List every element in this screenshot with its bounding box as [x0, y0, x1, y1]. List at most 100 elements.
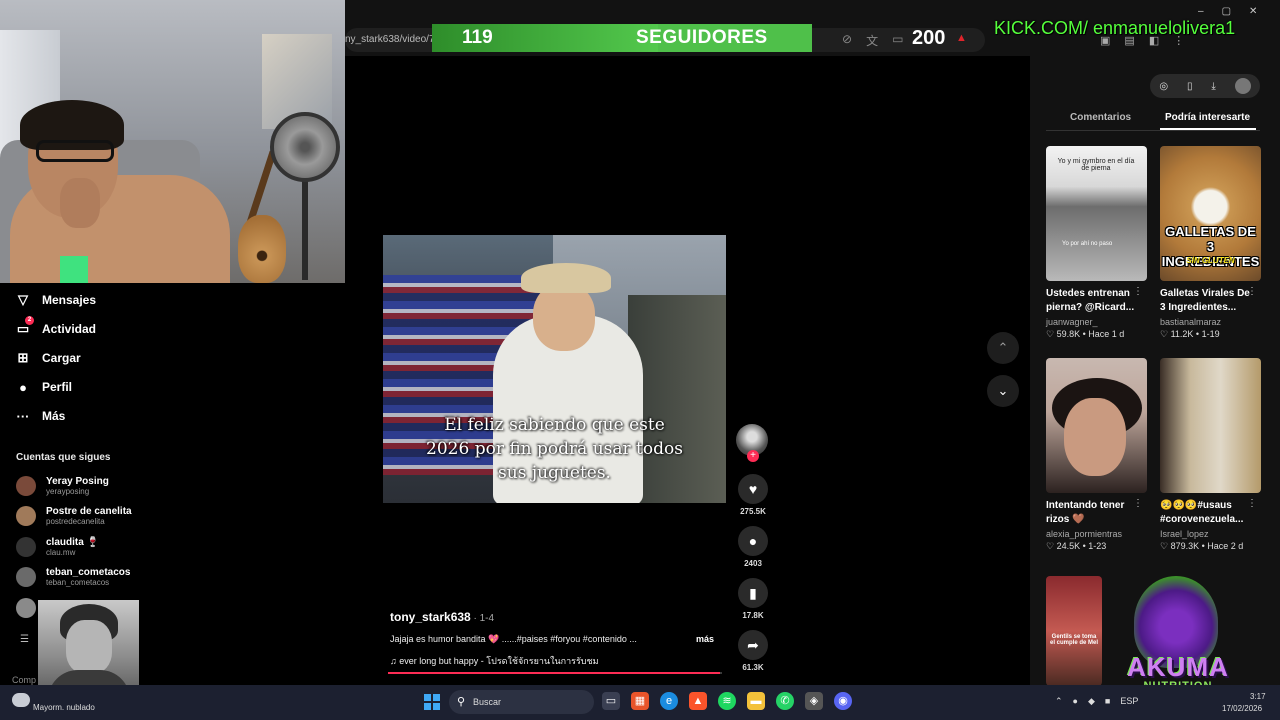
more-button[interactable]: más: [696, 634, 714, 644]
like-action: ♥ 275.5K: [736, 474, 770, 516]
previous-video-button[interactable]: ⌃: [987, 332, 1019, 364]
card-title: Galletas Virales De 3 Ingredientes...: [1160, 288, 1250, 313]
following-account[interactable]: teban_cometacos teban_cometacos: [16, 565, 130, 589]
account-name: Yeray Posing: [46, 476, 109, 487]
profile-icon: ●: [19, 379, 27, 395]
more-options-icon[interactable]: ⋮: [1247, 498, 1257, 509]
heart-icon[interactable]: ♥: [738, 474, 768, 504]
follower-goal: 200: [912, 27, 946, 49]
phone-icon[interactable]: ▯: [1187, 81, 1193, 92]
card-title: 🥺🥺🥺#usaus #corovenezuela...: [1160, 500, 1244, 525]
compass-icon[interactable]: ◎: [1159, 81, 1168, 92]
taskbar-search[interactable]: [449, 690, 594, 714]
music-track[interactable]: ♫ ever long but happy - โปรดใช้จักรยานใน…: [390, 654, 599, 668]
list-icon[interactable]: ☰: [20, 634, 29, 645]
card-meta: ♡ 11.2K • 1-19: [1160, 329, 1220, 339]
card-user[interactable]: alexia_pormientras: [1046, 529, 1147, 539]
share-icon[interactable]: ➦: [738, 630, 768, 660]
suggested-video-card[interactable]: Yo y mi gymbro en el día de pierna Yo po…: [1046, 146, 1147, 340]
card-user[interactable]: bastianalmaraz: [1160, 317, 1261, 327]
search-label: Buscar: [473, 697, 502, 707]
nav-messages[interactable]: ▽ Mensajes: [16, 289, 96, 311]
address-bar-icons: ⊘ 文 ▭: [842, 32, 903, 49]
nav-more[interactable]: ··· Más: [16, 405, 66, 427]
account-handle: yerayposing: [46, 487, 90, 496]
following-account[interactable]: claudita 🍷 clau.mw: [16, 535, 99, 559]
nav-profile[interactable]: ● Perfil: [16, 376, 72, 398]
discord-icon[interactable]: ◉: [834, 692, 852, 710]
app-icon[interactable]: ▦: [631, 692, 649, 710]
author-line: tony_stark638 · 1-4: [390, 610, 494, 624]
video-description: Jajaja es humor bandita 💖 ......#paises …: [390, 634, 637, 644]
suggested-video-card[interactable]: GALLETAS DE 3 INGREDIENTES SIN GLUTEN ⋮ …: [1160, 146, 1261, 340]
start-button[interactable]: [424, 694, 440, 710]
more-options-icon[interactable]: ⋮: [1133, 286, 1143, 297]
comment-icon[interactable]: ●: [738, 526, 768, 556]
card-user[interactable]: Israel_lopez: [1160, 529, 1261, 539]
suggested-video-card[interactable]: ⋮ 🥺🥺🥺#usaus #corovenezuela... Israel_lop…: [1160, 358, 1261, 552]
minimize-button[interactable]: –: [1198, 6, 1204, 17]
post-date: · 1-4: [470, 613, 495, 624]
video-thumbnail[interactable]: Gentils se toma el cumple de Mel: [1046, 576, 1102, 686]
avatar: [16, 506, 36, 526]
card-meta: ♡ 24.5K • 1-23: [1046, 541, 1107, 551]
edge-icon[interactable]: e: [660, 692, 678, 710]
translate-icon[interactable]: 文: [866, 32, 878, 49]
cam-person-hand: [60, 178, 100, 228]
more-options-icon[interactable]: ⋮: [1247, 286, 1257, 297]
user-avatar[interactable]: [1234, 78, 1251, 94]
video-progress-track[interactable]: [388, 672, 722, 674]
author-name[interactable]: tony_stark638: [390, 610, 471, 624]
whatsapp-icon[interactable]: ✆: [776, 692, 794, 710]
nav-label: Perfil: [42, 380, 73, 394]
translate-off-icon[interactable]: ⊘: [842, 32, 852, 49]
tab-divider: [1046, 130, 1260, 131]
url-text[interactable]: ny_stark638/video/75: [345, 34, 440, 45]
avatar: [16, 476, 36, 496]
weather-text[interactable]: Mayorm. nublado: [33, 703, 95, 712]
video-thumbnail[interactable]: [1046, 358, 1147, 493]
next-video-button[interactable]: ⌄: [987, 375, 1019, 407]
task-view-icon[interactable]: ▭: [602, 692, 620, 710]
file-explorer-icon[interactable]: ▬: [747, 692, 765, 710]
tray-app-icon[interactable]: ■: [1105, 696, 1110, 707]
more-options-icon[interactable]: ⋮: [1133, 498, 1143, 509]
thumbnail-text: Yo por ahí no paso: [1062, 241, 1113, 247]
tray-app-icon[interactable]: ●: [1073, 696, 1078, 707]
weather-cloud-icon[interactable]: [12, 693, 30, 707]
suggested-video-card[interactable]: ⋮ Intentando tener rizos 🤎 alexia_pormie…: [1046, 358, 1147, 552]
nav-upload[interactable]: ⊞ Cargar: [16, 347, 81, 369]
close-button[interactable]: ✕: [1249, 6, 1257, 17]
clock-date[interactable]: 17/02/2026: [1222, 704, 1262, 713]
cam-person-glasses: [36, 140, 114, 162]
card-user[interactable]: juanwagner_: [1046, 317, 1147, 327]
goal-flame-icon: ▲: [956, 32, 967, 44]
video-player[interactable]: El feliz sabiendo que este 2026 por fin …: [383, 235, 726, 503]
video-thumbnail[interactable]: GALLETAS DE 3 INGREDIENTES SIN GLUTEN: [1160, 146, 1261, 281]
video-thumbnail[interactable]: [1160, 358, 1261, 493]
account-name: claudita 🍷: [46, 537, 100, 548]
maximize-button[interactable]: ▢: [1222, 6, 1231, 17]
follow-plus-icon[interactable]: +: [747, 450, 759, 462]
nav-activity[interactable]: ▭ 2 Actividad: [16, 316, 96, 340]
app-icon[interactable]: ◈: [805, 692, 823, 710]
thumbnail-text: SIN GLUTEN: [1186, 256, 1235, 265]
system-tray: ⌃ ● ◆ ■ ESP: [1055, 696, 1138, 707]
bookmark-icon[interactable]: ▮: [738, 578, 768, 608]
tab-suggested[interactable]: Podría interesarte: [1165, 112, 1250, 123]
tray-app-icon[interactable]: ◆: [1088, 696, 1095, 707]
download-icon[interactable]: ⤓: [1211, 81, 1215, 92]
kick-channel-text: KICK.COM/ enmanuelolivera1: [994, 18, 1236, 38]
tab-comments[interactable]: Comentarios: [1070, 112, 1131, 123]
clock-time[interactable]: 3:17: [1250, 692, 1266, 701]
following-account[interactable]: Postre de canelita postredecanelita: [16, 504, 132, 528]
following-account[interactable]: Yeray Posing yerayposing: [16, 474, 109, 498]
brave-icon[interactable]: ▲: [689, 692, 707, 710]
following-account[interactable]: [16, 596, 36, 620]
video-thumbnail[interactable]: Yo y mi gymbro en el día de pierna Yo po…: [1046, 146, 1147, 281]
cast-icon[interactable]: ▭: [892, 32, 903, 49]
language-indicator[interactable]: ESP: [1120, 696, 1138, 707]
panel-top-icons: ◎ ▯ ⤓: [1150, 74, 1260, 98]
chevron-up-icon[interactable]: ⌃: [1055, 696, 1063, 707]
spotify-icon[interactable]: ≋: [718, 692, 736, 710]
